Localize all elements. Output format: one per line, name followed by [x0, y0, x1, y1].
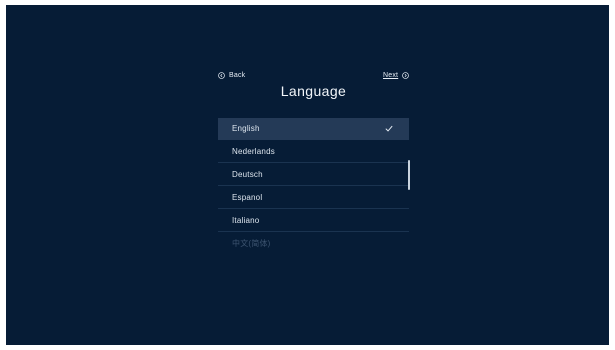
circle-chevron-left-icon	[218, 71, 225, 79]
language-option-label: Espanol	[232, 193, 263, 202]
language-option-label: Italiano	[232, 216, 260, 225]
language-option-label: English	[232, 124, 260, 133]
next-button[interactable]: Next	[383, 68, 409, 82]
language-option-english[interactable]: English	[218, 118, 409, 140]
next-label: Next	[383, 71, 399, 79]
page-title: Language	[280, 83, 347, 99]
checkmark-icon	[385, 125, 393, 132]
language-option-label: Deutsch	[232, 170, 263, 179]
list-scrollbar[interactable]	[408, 160, 410, 190]
language-setup-screen: Back Next Language English Nederlands De…	[6, 5, 609, 345]
language-list[interactable]: English Nederlands Deutsch Espanol Itali…	[218, 118, 409, 250]
circle-chevron-right-icon	[402, 71, 409, 79]
language-option-italiano[interactable]: Italiano	[218, 210, 409, 232]
language-option-deutsch[interactable]: Deutsch	[218, 164, 409, 186]
language-option-nederlands[interactable]: Nederlands	[218, 141, 409, 163]
language-option-chinese[interactable]: 中文(简体)	[218, 233, 409, 250]
back-button[interactable]: Back	[218, 68, 245, 82]
language-option-espanol[interactable]: Espanol	[218, 187, 409, 209]
language-option-label: Nederlands	[232, 147, 275, 156]
language-option-label: 中文(简体)	[232, 238, 271, 248]
back-label: Back	[229, 71, 246, 79]
